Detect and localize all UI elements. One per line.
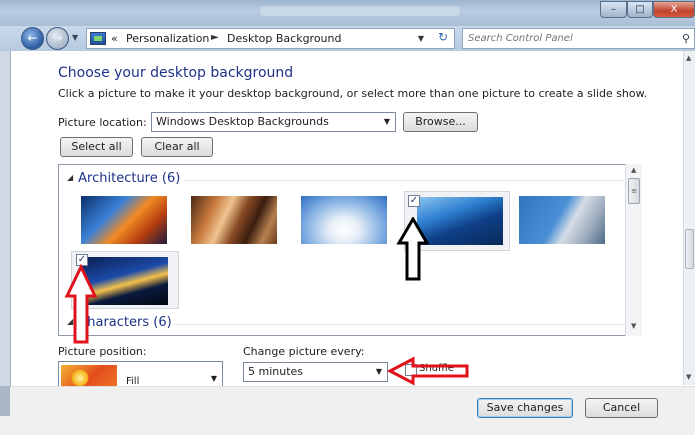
group-divider: [174, 324, 624, 325]
scroll-down-icon[interactable]: ▼: [631, 322, 636, 330]
change-picture-every-label: Change picture every:: [243, 345, 365, 358]
thumbnail-architecture-2[interactable]: [189, 193, 279, 247]
clear-all-button[interactable]: Clear all: [141, 137, 213, 157]
collapse-triangle-icon[interactable]: ◢: [67, 173, 73, 182]
breadcrumb-overflow[interactable]: «: [111, 32, 118, 45]
picture-gallery[interactable]: ◢ Architecture (6) ✓ ✓ ◢ Characters (6): [58, 164, 642, 336]
wallpaper-image: [81, 196, 167, 244]
chevron-down-icon: ▼: [210, 374, 217, 383]
group-header-architecture[interactable]: ◢ Architecture (6): [67, 171, 180, 186]
scrollbar-thumb[interactable]: [685, 229, 694, 269]
thumbnail-architecture-1[interactable]: [79, 193, 169, 247]
search-box[interactable]: ⚲: [462, 28, 695, 49]
picture-location-value: Windows Desktop Backgrounds: [156, 115, 329, 128]
control-panel-icon: [90, 32, 106, 45]
scroll-up-icon[interactable]: ▲: [686, 54, 691, 62]
page-description: Click a picture to make it your desktop …: [58, 87, 648, 100]
search-icon[interactable]: ⚲: [682, 32, 690, 45]
refresh-icon[interactable]: ↻: [432, 29, 454, 47]
close-button[interactable]: X: [653, 1, 695, 18]
select-all-button[interactable]: Select all: [60, 137, 133, 157]
chevron-down-icon: ▼: [383, 117, 390, 126]
title-bar: – □ X: [0, 0, 695, 26]
picture-location-label: Picture location:: [58, 116, 147, 129]
back-button[interactable]: ←: [21, 27, 44, 50]
thumbnail-checkbox[interactable]: ✓: [408, 195, 420, 207]
picture-location-select[interactable]: Windows Desktop Backgrounds ▼: [151, 112, 396, 132]
maximize-button[interactable]: □: [627, 1, 653, 18]
picture-position-label: Picture position:: [58, 345, 147, 358]
wallpaper-image: [519, 196, 605, 244]
page-title: Choose your desktop background: [58, 65, 294, 81]
wallpaper-image: [191, 196, 277, 244]
scroll-up-icon[interactable]: ▲: [631, 166, 636, 174]
navigation-bar: ← → ▼ « Personalization ► Desktop Backgr…: [0, 26, 695, 51]
group-divider: [184, 180, 624, 181]
breadcrumb-desktop-background[interactable]: Desktop Background: [227, 32, 342, 45]
navigation-pane-edge: [0, 386, 10, 416]
forward-button[interactable]: →: [46, 27, 69, 50]
recent-pages-dropdown-icon[interactable]: ▼: [72, 33, 78, 42]
minimize-button[interactable]: –: [600, 1, 627, 18]
scroll-down-icon[interactable]: ▼: [686, 373, 691, 381]
title-bar-blur: [260, 6, 460, 16]
search-input[interactable]: [468, 31, 668, 46]
browse-button[interactable]: Browse...: [403, 112, 478, 132]
chevron-down-icon: ▼: [375, 367, 382, 376]
position-preview-image: [61, 365, 117, 386]
gallery-scrollbar[interactable]: ▲ ≡ ▼: [625, 164, 642, 336]
window-scrollbar[interactable]: ▲ ▼: [683, 51, 695, 385]
thumbnail-architecture-3[interactable]: [299, 193, 389, 247]
breadcrumb-chevron-icon[interactable]: ►: [211, 32, 219, 43]
black-annotation-arrow: [396, 217, 430, 281]
thumbnail-architecture-5[interactable]: [517, 193, 607, 247]
wallpaper-image: [301, 196, 387, 244]
save-changes-button[interactable]: Save changes: [477, 398, 573, 418]
address-dropdown-icon[interactable]: ▼: [418, 34, 424, 43]
breadcrumb-personalization[interactable]: Personalization: [126, 32, 209, 45]
change-interval-select[interactable]: 5 minutes ▼: [243, 362, 388, 382]
red-annotation-arrow-up: [64, 264, 98, 344]
address-bar[interactable]: « Personalization ► Desktop Background ▼…: [86, 28, 455, 49]
picture-position-select[interactable]: Fill ▼: [58, 361, 223, 387]
cancel-button[interactable]: Cancel: [585, 398, 658, 418]
red-annotation-arrow-left: [387, 356, 469, 386]
scrollbar-thumb[interactable]: ≡: [628, 178, 640, 204]
change-interval-value: 5 minutes: [248, 365, 304, 378]
